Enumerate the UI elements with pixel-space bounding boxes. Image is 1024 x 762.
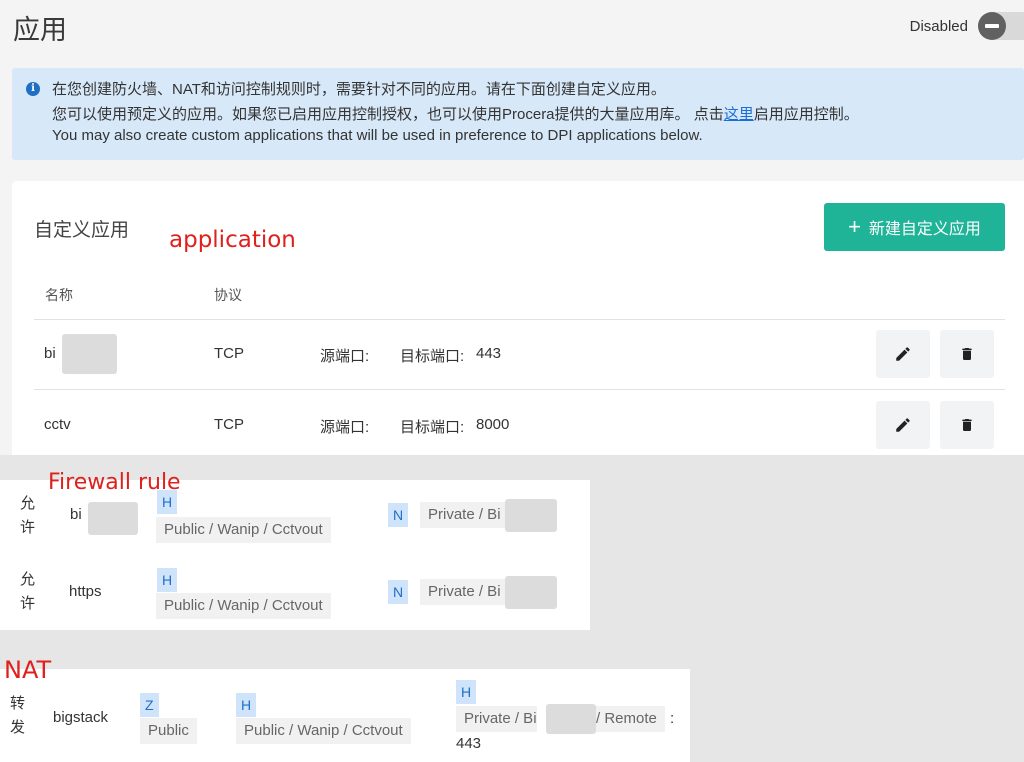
plus-icon: +: [848, 214, 861, 239]
app-protocol: TCP: [214, 345, 244, 362]
edit-button[interactable]: [876, 330, 930, 378]
rule-name: bi: [70, 506, 82, 523]
redaction: [88, 502, 138, 535]
info-banner: i 在您创建防火墙、NAT和访问控制规则时，需要针对不同的应用。请在下面创建自定…: [12, 68, 1024, 160]
src-port-label: 源端口:: [320, 348, 370, 365]
row-divider: [34, 389, 1005, 390]
rule-action-char: 许: [20, 519, 36, 536]
rule-action-char: 许: [20, 595, 36, 612]
app-name: bi: [44, 345, 56, 362]
rule-action-char: 发: [10, 719, 26, 736]
column-header-protocol: 协议: [214, 287, 242, 303]
rule-action-char: 转: [10, 695, 26, 712]
new-custom-app-label: 新建自定义应用: [868, 221, 981, 238]
enable-app-control-link[interactable]: 这里: [724, 106, 754, 123]
source-chip: Public / Wanip / Cctvout: [236, 718, 411, 744]
delete-button[interactable]: [940, 330, 994, 378]
banner-line-1: 在您创建防火墙、NAT和访问控制规则时，需要针对不同的应用。请在下面创建自定义应…: [52, 81, 666, 98]
banner-line-2-text: 您可以使用预定义的应用。如果您已启用应用控制授权，也可以使用Procera提供的…: [52, 106, 724, 123]
source-chip: Public / Wanip / Cctvout: [156, 517, 331, 543]
banner-line-2: 您可以使用预定义的应用。如果您已启用应用控制授权，也可以使用Procera提供的…: [52, 103, 859, 124]
trash-icon: [962, 419, 972, 431]
column-header-name: 名称: [45, 287, 73, 303]
delete-button[interactable]: [940, 401, 994, 449]
rule-action: 允许: [20, 492, 38, 540]
dst-port-label: 目标端口:: [400, 348, 465, 365]
port-separator: :: [670, 710, 675, 727]
enable-toggle[interactable]: [978, 12, 1024, 40]
app-name: cctv: [44, 416, 71, 433]
destination-chip-suffix: / Remote: [596, 706, 665, 732]
rule-action-char: 允: [20, 571, 36, 588]
source-chip: Public / Wanip / Cctvout: [156, 593, 331, 619]
trash-icon: [962, 348, 972, 360]
pencil-icon: [896, 418, 910, 432]
nat-annotation: NAT: [4, 656, 52, 684]
app-protocol: TCP: [214, 416, 244, 433]
redaction: [62, 334, 117, 374]
zone-chip: Public: [140, 718, 197, 744]
redaction: [505, 576, 557, 609]
enable-toggle-group: Disabled: [910, 12, 1024, 40]
banner-line-3: You may also create custom applications …: [52, 127, 703, 144]
dst-port: 443: [476, 345, 502, 362]
edit-button[interactable]: [876, 401, 930, 449]
header-divider: [34, 319, 1005, 320]
rule-action: 允许: [20, 568, 38, 616]
redaction: [505, 499, 557, 532]
host-tag: H: [456, 680, 477, 704]
custom-apps-title: 自定义应用: [34, 219, 130, 241]
rule-name: https: [69, 583, 102, 600]
rule-action: 转发: [10, 692, 28, 740]
custom-apps-card: 自定义应用 application + 新建自定义应用 名称 协议 bi TCP…: [12, 181, 1024, 455]
firewall-rule-panel: 允许 bi H Public / Wanip / Cctvout N Priva…: [0, 480, 590, 630]
toggle-knob: [978, 12, 1006, 40]
rule-action-char: 允: [20, 495, 36, 512]
destination-chip-prefix: Private / Bi: [456, 706, 537, 732]
banner-line-2-suffix: 启用应用控制。: [753, 106, 859, 123]
page-title: 应用: [13, 15, 67, 46]
firewall-annotation: Firewall rule: [48, 470, 181, 495]
zone-tag: Z: [140, 693, 159, 717]
redaction: [546, 704, 596, 734]
nat-port: 443: [456, 735, 482, 752]
application-page: 应用 Disabled i 在您创建防火墙、NAT和访问控制规则时，需要针对不同…: [0, 0, 1024, 455]
src-port-label: 源端口:: [320, 419, 370, 436]
network-tag: N: [388, 580, 409, 604]
rule-name: bigstack: [53, 709, 109, 726]
new-custom-app-button[interactable]: + 新建自定义应用: [824, 203, 1005, 251]
nat-rule-panel: 转发 bigstack Z Public H Public / Wanip / …: [0, 669, 690, 762]
host-tag: H: [157, 568, 178, 592]
host-tag: H: [236, 693, 257, 717]
application-annotation: application: [169, 227, 296, 253]
destination-chip: Private / Bi: [420, 502, 509, 528]
destination-chip: Private / Bi: [420, 579, 509, 605]
toggle-label: Disabled: [909, 17, 968, 35]
dst-port: 8000: [476, 416, 510, 433]
network-tag: N: [388, 503, 409, 527]
pencil-icon: [896, 347, 910, 361]
dst-port-label: 目标端口:: [400, 419, 465, 436]
info-icon: i: [26, 82, 40, 96]
